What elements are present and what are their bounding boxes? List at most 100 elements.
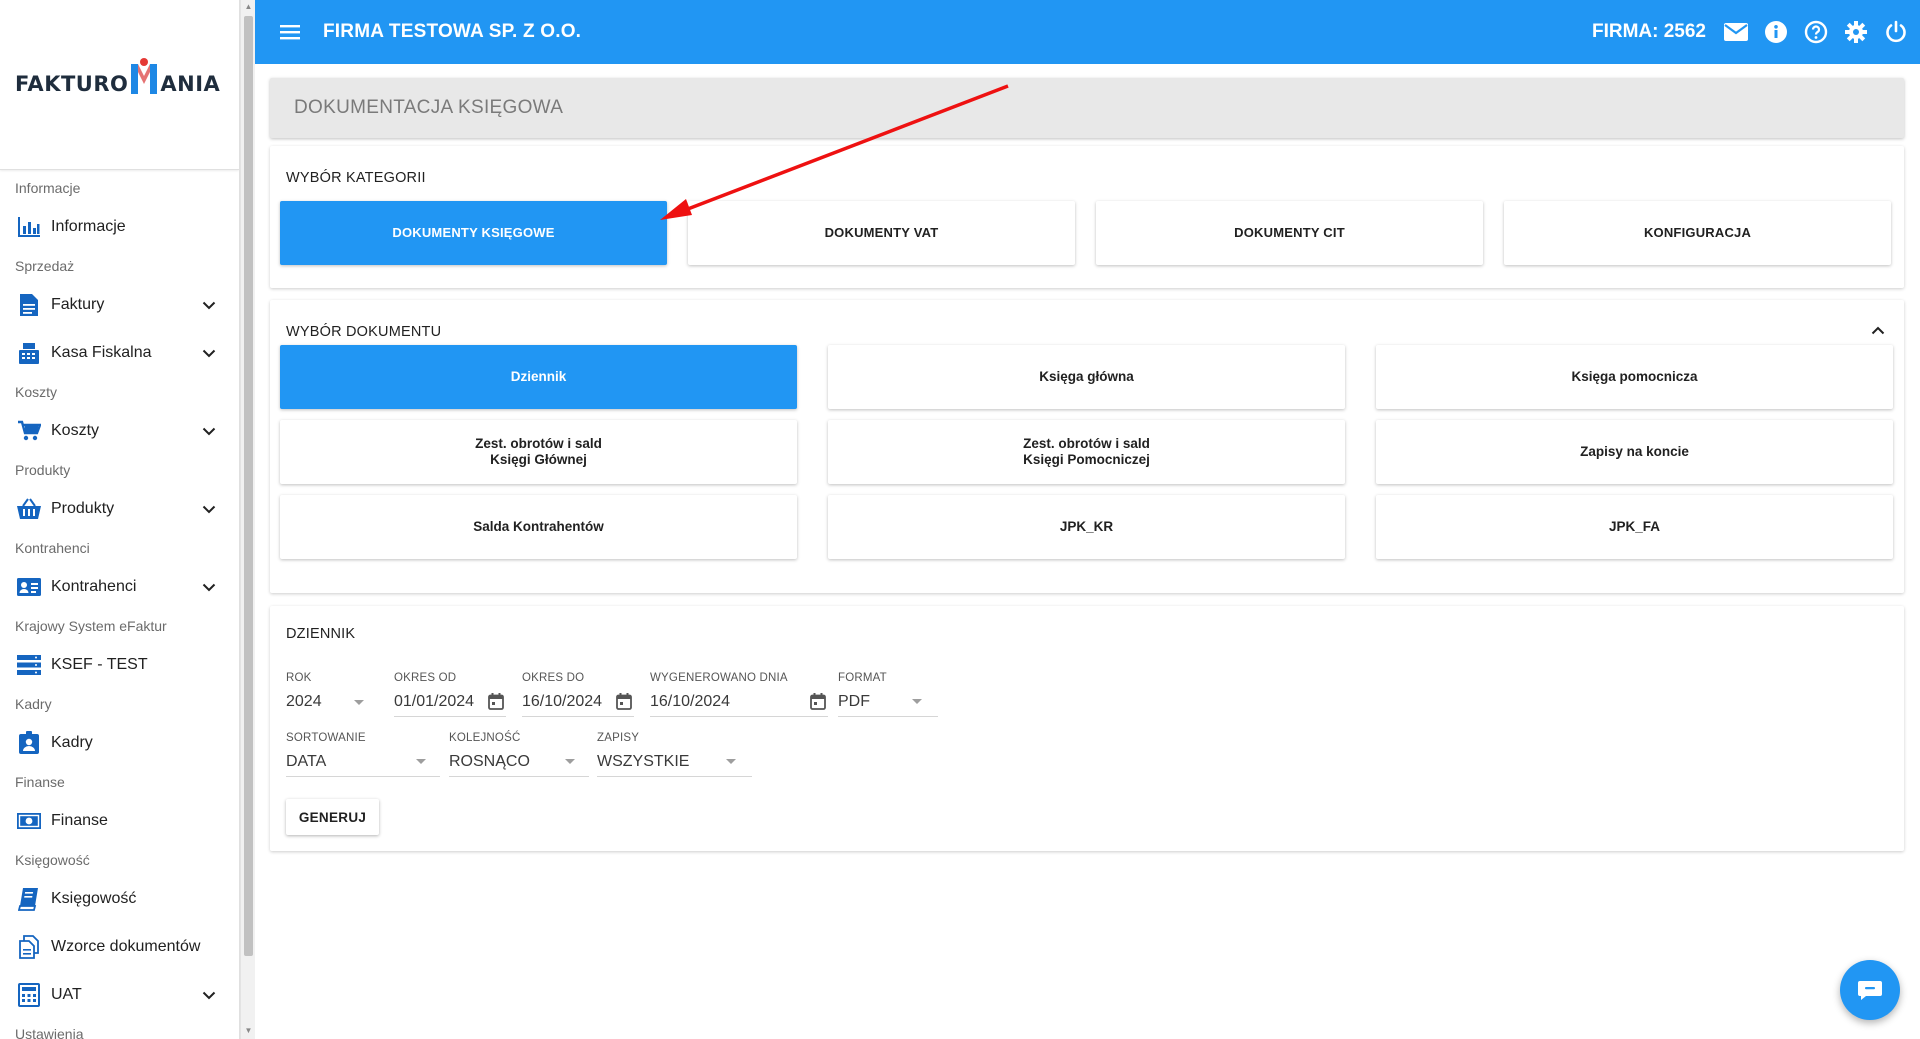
power-icon[interactable] <box>1880 16 1912 48</box>
app-logo[interactable]: FAKTURO ANIA <box>15 58 220 96</box>
copy-docs-icon <box>15 933 43 961</box>
chevron-down-icon[interactable] <box>199 295 219 315</box>
chevron-down-icon[interactable] <box>199 343 219 363</box>
category-card-title: WYBÓR KATEGORII <box>286 170 426 186</box>
sidebar-item-kadry[interactable]: Kadry <box>0 719 239 767</box>
sidebar-item-finanse[interactable]: Finanse <box>0 797 239 845</box>
sidebar-item-wzorce-dokumentow[interactable]: Wzorce dokumentów <box>0 923 239 971</box>
format-value: PDF <box>838 692 870 710</box>
document-card: WYBÓR DOKUMENTU Dziennik Księga główna Ksi… <box>270 300 1904 593</box>
sidebar-section-finanse: Finanse <box>15 774 65 790</box>
category-button-1[interactable]: DOKUMENTY KSIĘGOWE <box>280 201 667 265</box>
sidebar-item-label: Finanse <box>51 812 108 829</box>
sortowanie-field[interactable]: SORTOWANIE DATA <box>286 732 440 777</box>
kolejnosc-value: ROSNĄCO <box>449 752 530 770</box>
sortowanie-value: DATA <box>286 752 327 770</box>
document-button-6[interactable]: Zapisy na koncie <box>1376 420 1893 484</box>
sortowanie-label: SORTOWANIE <box>286 732 366 744</box>
scroll-thumb[interactable] <box>244 16 253 956</box>
chat-icon <box>1858 981 1882 1000</box>
wygenerowano-label: WYGENEROWANO DNIA <box>650 672 788 684</box>
chevron-down-icon[interactable] <box>199 577 219 597</box>
sidebar-item-label: Faktury <box>51 296 105 313</box>
document-button-line2: Księgi Głównej <box>490 452 587 467</box>
top-bar: FIRMA TESTOWA SP. Z O.O. FIRMA: 2562 <box>255 0 1920 64</box>
calendar-icon[interactable] <box>614 692 634 712</box>
document-button-9[interactable]: JPK_FA <box>1376 495 1893 559</box>
dropdown-caret-icon <box>912 699 922 704</box>
hamburger-menu-icon[interactable] <box>275 17 305 47</box>
rok-label: ROK <box>286 672 312 684</box>
document-button-8[interactable]: JPK_KR <box>828 495 1345 559</box>
okres-do-field[interactable]: OKRES DO 16/10/2024 <box>522 672 634 717</box>
basket-icon <box>15 495 43 523</box>
contact-card-icon <box>15 573 43 601</box>
scroll-down-icon[interactable]: ▼ <box>244 1026 253 1036</box>
category-button-4[interactable]: KONFIGURACJA <box>1504 201 1891 265</box>
wygenerowano-field[interactable]: WYGENEROWANO DNIA 16/10/2024 <box>650 672 828 717</box>
rok-field[interactable]: ROK 2024 <box>286 672 370 717</box>
scroll-up-icon[interactable]: ▲ <box>244 2 253 12</box>
sidebar-item-kasa-fiskalna[interactable]: Kasa Fiskalna <box>0 329 239 377</box>
sidebar-item-koszty[interactable]: Koszty <box>0 407 239 455</box>
sidebar-item-label: Kontrahenci <box>51 578 137 595</box>
okres-do-label: OKRES DO <box>522 672 585 684</box>
logo-area: FAKTURO ANIA <box>0 0 239 170</box>
okres-do-value: 16/10/2024 <box>522 692 603 710</box>
info-icon[interactable] <box>1760 16 1792 48</box>
page-header: DOKUMENTACJA KSIĘGOWA <box>270 78 1904 138</box>
chevron-up-icon[interactable] <box>1868 320 1888 340</box>
sidebar-item-label: Kadry <box>51 734 93 751</box>
document-button-7[interactable]: Salda Kontrahentów <box>280 495 797 559</box>
dropdown-caret-icon <box>416 759 426 764</box>
sidebar-section-koszty: Koszty <box>15 384 58 400</box>
sidebar-item-informacje[interactable]: Informacje <box>0 203 239 251</box>
sidebar-section-kadry: Kadry <box>15 696 52 712</box>
dziennik-card: DZIENNIK ROK 2024 OKRES OD 01/01/2024 OK… <box>270 606 1904 851</box>
okres-od-value: 01/01/2024 <box>394 692 475 710</box>
zapisy-field[interactable]: ZAPISY WSZYSTKIE <box>597 732 752 777</box>
dropdown-caret-icon <box>354 699 364 705</box>
sidebar-item-kontrahenci[interactable]: Kontrahenci <box>0 563 239 611</box>
category-button-2[interactable]: DOKUMENTY VAT <box>688 201 1075 265</box>
document-button-line1: Księga pomocnicza <box>1571 369 1698 384</box>
mail-icon[interactable] <box>1720 16 1752 48</box>
chat-button[interactable] <box>1840 960 1900 1020</box>
calendar-icon[interactable] <box>808 692 828 712</box>
kolejnosc-field[interactable]: KOLEJNOŚĆ ROSNĄCO <box>449 732 589 777</box>
format-label: FORMAT <box>838 672 887 684</box>
document-button-4[interactable]: Zest. obrotów i sald Księgi Głównej <box>280 420 797 484</box>
okres-od-field[interactable]: OKRES OD 01/01/2024 <box>394 672 506 717</box>
generate-button[interactable]: GENERUJ <box>286 799 379 835</box>
sidebar-item-label: Wzorce dokumentów <box>51 938 201 955</box>
category-card: WYBÓR KATEGORII DOKUMENTY KSIĘGOWE DOKUME… <box>270 146 1904 288</box>
help-icon[interactable] <box>1800 16 1832 48</box>
zapisy-label: ZAPISY <box>597 732 640 744</box>
document-button-1[interactable]: Dziennik <box>280 345 797 409</box>
sidebar-item-label: Informacje <box>51 218 126 235</box>
settings-icon[interactable] <box>1840 16 1872 48</box>
category-button-3[interactable]: DOKUMENTY CIT <box>1096 201 1483 265</box>
logo-m-icon <box>129 58 159 96</box>
sidebar-scrollbar[interactable]: ▲ ▼ <box>240 0 255 1039</box>
sidebar-item-ksiegowosc[interactable]: Księgowość <box>0 875 239 923</box>
sidebar-item-faktury[interactable]: Faktury <box>0 281 239 329</box>
document-button-3[interactable]: Księga pomocnicza <box>1376 345 1893 409</box>
document-button-5[interactable]: Zest. obrotów i sald Księgi Pomocniczej <box>828 420 1345 484</box>
sidebar-item-uat[interactable]: UAT <box>0 971 239 1019</box>
chevron-down-icon[interactable] <box>199 985 219 1005</box>
person-badge-icon <box>15 729 43 757</box>
sidebar-item-ksef-test[interactable]: KSEF - TEST <box>0 641 239 689</box>
dziennik-card-title: DZIENNIK <box>286 626 356 642</box>
sidebar-item-produkty[interactable]: Produkty <box>0 485 239 533</box>
sidebar-section-krajowy-system-efaktur: Krajowy System eFaktur <box>15 618 167 634</box>
document-button-2[interactable]: Księga główna <box>828 345 1345 409</box>
chevron-down-icon[interactable] <box>199 421 219 441</box>
chevron-down-icon[interactable] <box>199 499 219 519</box>
calendar-icon[interactable] <box>486 692 506 712</box>
format-field[interactable]: FORMAT PDF <box>838 672 938 717</box>
okres-od-label: OKRES OD <box>394 672 457 684</box>
sidebar-section-ksiegowosc: Księgowość <box>15 852 90 868</box>
cash-register-icon <box>15 339 43 367</box>
sidebar-section-informacje: Informacje <box>15 180 81 196</box>
